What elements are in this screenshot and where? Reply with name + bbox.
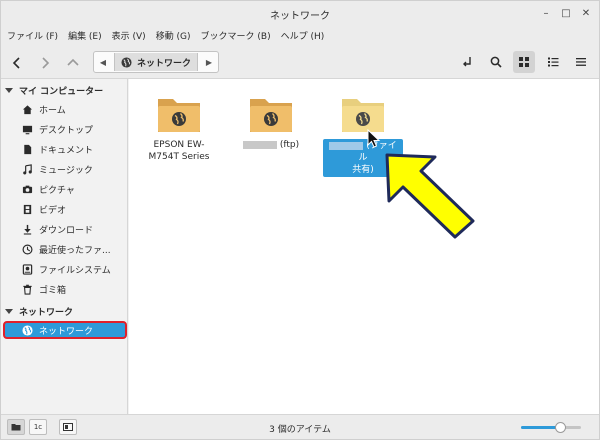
menu-view[interactable]: 表示 (V) [112,29,146,42]
search-icon [490,56,502,68]
callout-arrow-icon [385,153,475,239]
mouse-cursor-icon [367,129,381,148]
document-icon [21,143,33,155]
return-arrow-icon [463,57,471,67]
menu-bar: ファイル (F) 編集 (E) 表示 (V) 移動 (G) ブックマーク (B)… [1,25,599,45]
file-view[interactable]: EPSON EW- M754T Series (ftp) (ファイル 共有) [129,79,599,414]
up-button[interactable] [63,53,83,73]
path-scroll-right[interactable]: ▶ [200,52,218,72]
sidebar-item-desktop[interactable]: デスクトップ [1,120,127,138]
chevron-up-icon [67,58,79,66]
path-bar: ◀ ネットワーク ▶ [93,51,219,73]
compact-view-button[interactable] [570,51,592,73]
video-icon [21,203,33,215]
sidebar-item-documents[interactable]: ドキュメント [1,140,127,158]
chevron-left-icon [12,57,20,69]
music-icon [21,163,33,175]
sidebar-section-my-computer[interactable]: マイ コンピューター [5,82,103,98]
section-title: マイ コンピューター [19,86,104,97]
sidebar-section-network[interactable]: ネットワーク [5,303,73,319]
sidebar-item-label: ホーム [39,105,66,116]
toolbar: ◀ ネットワーク ▶ [1,45,599,79]
menu-edit[interactable]: 編集 (E) [68,29,102,42]
sidebar-item-videos[interactable]: ビデオ [1,200,127,218]
sidebar-item-label: ファイルシステム [39,265,111,276]
sidebar-item-label: ピクチャ [39,185,75,196]
breadcrumb-network[interactable]: ネットワーク [114,53,198,71]
sidebar-item-label: ネットワーク [39,326,94,337]
sidebar-item-label: ドキュメント [39,145,94,156]
status-bar: 1c 3 個のアイテム [1,414,599,439]
sidebar-item-label: ダウンロード [39,225,94,236]
redacted-name [329,141,364,150]
home-icon [21,103,33,115]
sidebar-item-trash[interactable]: ゴミ箱 [1,280,127,298]
globe-icon [21,324,33,336]
file-label-line2: M754T Series [148,152,210,162]
download-icon [21,223,33,235]
desktop-icon [21,123,33,135]
menu-help[interactable]: ヘルプ (H) [281,29,325,42]
sidebar-item-label: ビデオ [39,205,67,216]
file-label: EPSON EW- M754T Series [149,139,210,163]
sidebar-item-downloads[interactable]: ダウンロード [1,220,127,238]
sidebar: マイ コンピューター ホーム デスクトップ ドキュメント ミュージック ピクチャ… [1,79,128,414]
globe-icon [121,56,132,68]
breadcrumb-label: ネットワーク [137,58,192,69]
file-label: (ftp) [242,139,300,151]
menu-go[interactable]: 移動 (G) [156,29,191,42]
search-button[interactable] [485,51,507,73]
network-folder-icon [158,99,200,132]
network-item-epson[interactable]: EPSON EW- M754T Series [139,91,219,163]
window-title: ネットワーク [270,11,330,22]
sidebar-item-music[interactable]: ミュージック [1,160,127,178]
forward-button[interactable] [35,53,55,73]
menu-file[interactable]: ファイル (F) [7,29,58,42]
expand-triangle-icon [5,87,13,93]
file-label-suffix: (ftp) [279,140,300,150]
menu-bookmarks[interactable]: ブックマーク (B) [201,29,271,42]
network-folder-icon [250,99,292,132]
list-view-button[interactable] [542,51,564,73]
back-button[interactable] [7,53,27,73]
close-button[interactable]: ✕ [578,5,594,21]
trash-icon [21,283,33,295]
sidebar-item-network[interactable]: ネットワーク [3,321,127,339]
sidebar-item-filesystem[interactable]: ファイルシステム [1,260,127,278]
sidebar-item-label: ゴミ箱 [39,285,67,296]
network-item-ftp[interactable]: (ftp) [231,91,311,151]
redacted-name [242,140,277,149]
file-label-line2: 共有) [352,165,374,175]
section-title: ネットワーク [19,307,74,318]
title-bar[interactable]: ネットワーク – □ ✕ [1,1,599,25]
file-manager-window: ネットワーク – □ ✕ ファイル (F) 編集 (E) 表示 (V) 移動 (… [0,0,600,440]
camera-icon [21,183,33,195]
expand-triangle-icon [5,308,13,314]
open-terminal-button[interactable] [456,51,478,73]
maximize-button[interactable]: □ [558,5,574,21]
recent-icon [21,243,33,255]
sidebar-item-pictures[interactable]: ピクチャ [1,180,127,198]
item-count-status: 3 個のアイテム [269,425,331,435]
zoom-slider-handle[interactable] [555,422,566,433]
minimize-button[interactable]: – [538,5,554,21]
zoom-slider[interactable] [521,422,581,433]
sidebar-item-home[interactable]: ホーム [1,100,127,118]
sidebar-item-label: 最近使ったファ... [39,245,111,256]
sidebar-item-recent[interactable]: 最近使ったファ... [1,240,127,258]
compact-list-icon [576,58,586,66]
list-icon [548,57,559,67]
drive-icon [21,263,33,275]
sidebar-item-label: デスクトップ [39,125,94,136]
chevron-right-icon [42,57,50,69]
file-label-line1: EPSON EW- [153,140,205,150]
icon-view-button[interactable] [513,51,535,73]
path-scroll-left[interactable]: ◀ [94,52,112,72]
sidebar-item-label: ミュージック [39,165,93,176]
grid-icon [519,57,529,67]
